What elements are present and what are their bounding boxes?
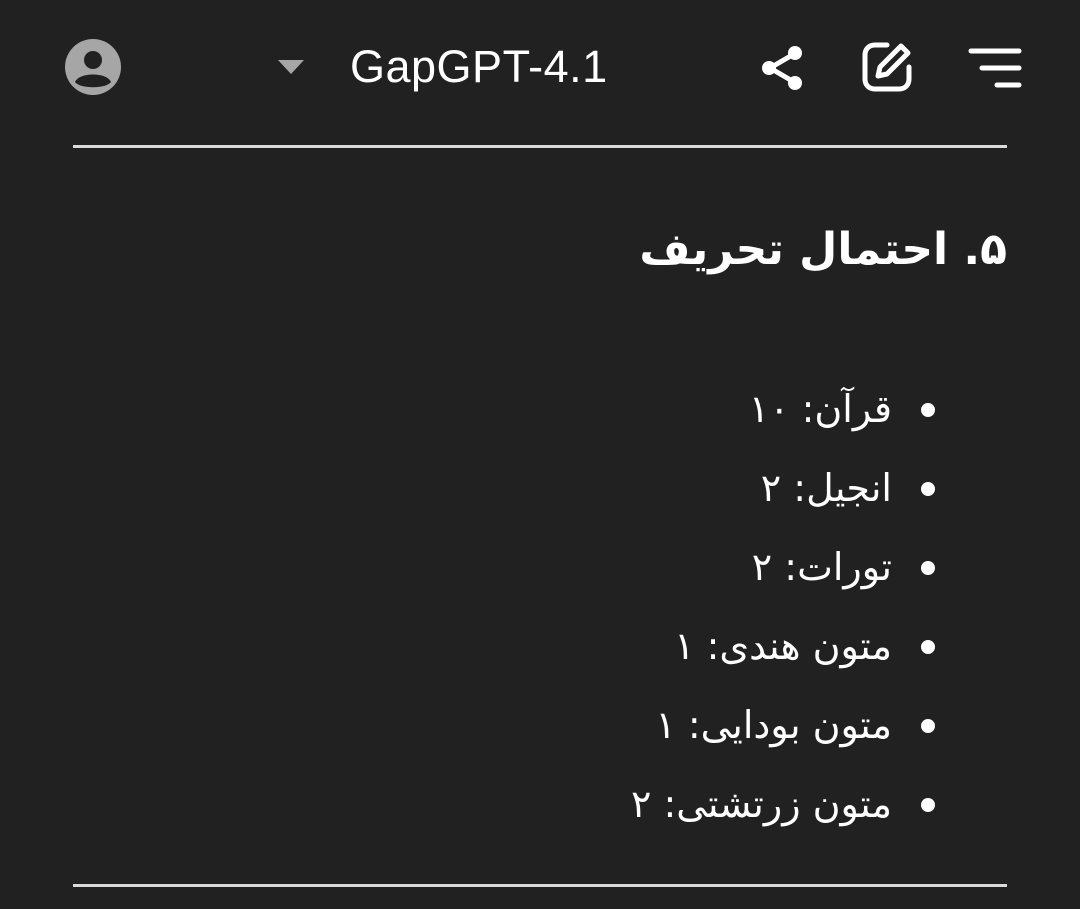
list-item-text: متون هندی: ۱ [674,624,892,668]
list-item-text: متون بودایی: ۱ [655,703,892,747]
bullet-list: قرآن: ۱۰ انجیل: ۲ تورات: ۲ متون هندی: ۱ … [73,370,1007,844]
menu-icon [968,48,1022,88]
account-circle-icon [65,39,121,95]
message-content: ۵. احتمال تحریف قرآن: ۱۰ انجیل: ۲ تورات:… [73,200,1007,826]
menu-button[interactable] [964,40,1026,96]
list-item: قرآن: ۱۰ [73,370,1007,449]
top-app-bar: GapGPT-4.1 [0,0,1080,135]
model-dropdown-button[interactable] [268,46,314,88]
list-item: تورات: ۲ [73,528,1007,607]
bullet-dot [921,482,935,496]
share-icon [762,46,802,90]
bullet-dot [921,640,935,654]
list-item-text: انجیل: ۲ [760,466,892,510]
profile-button[interactable] [60,36,126,98]
top-divider [73,145,1007,148]
share-button[interactable] [754,40,810,96]
list-item: متون زرتشتی: ۲ [73,765,1007,844]
model-title[interactable]: GapGPT-4.1 [350,36,640,98]
bottom-divider [73,884,1007,887]
new-chat-edit-icon [862,42,912,92]
caret-down-icon [278,60,304,74]
bullet-dot [921,798,935,812]
list-item: متون هندی: ۱ [73,607,1007,686]
list-item-text: تورات: ۲ [751,545,892,589]
list-item: انجیل: ۲ [73,449,1007,528]
new-chat-button[interactable] [858,38,916,96]
bullet-dot [921,403,935,417]
section-heading: ۵. احتمال تحریف [639,224,1007,275]
bullet-dot [921,719,935,733]
bullet-dot [921,561,935,575]
list-item-text: متون زرتشتی: ۲ [630,782,892,826]
list-item-text: قرآن: ۱۰ [748,387,892,431]
list-item: متون بودایی: ۱ [73,686,1007,765]
